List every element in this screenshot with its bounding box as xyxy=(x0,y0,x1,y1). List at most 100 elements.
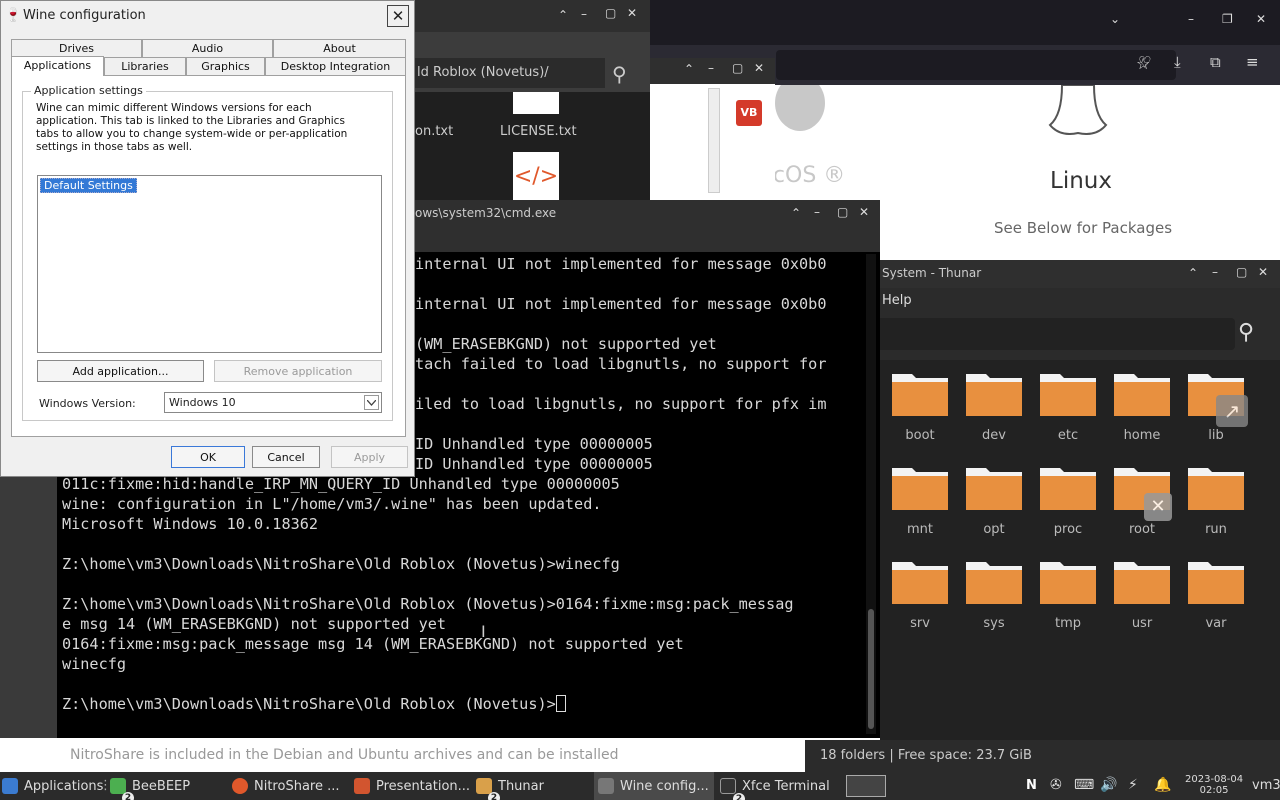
menu-icon[interactable]: ≡ xyxy=(1246,53,1259,71)
maximize-icon[interactable]: ▢ xyxy=(732,61,743,75)
tab-libraries[interactable]: Libraries xyxy=(104,57,186,75)
terminal-line: Z:\home\vm3\Downloads\NitroShare\Old Rob… xyxy=(62,595,794,613)
folder-item[interactable]: var xyxy=(1181,548,1251,638)
window-count-badge: 2 xyxy=(122,792,134,800)
taskbar-item-beebeep[interactable]: 2 BeeBEEP xyxy=(110,772,228,800)
folder-icon xyxy=(966,374,1022,416)
keyboard-icon[interactable]: ⌨ xyxy=(1074,777,1094,793)
folder-item[interactable]: srv xyxy=(885,548,955,638)
close-icon[interactable]: ✕ xyxy=(754,61,764,75)
scrollbar[interactable] xyxy=(708,88,720,193)
application-list[interactable]: Default Settings xyxy=(37,175,382,353)
file-label[interactable]: on.txt xyxy=(415,124,453,139)
folder-label: sys xyxy=(983,616,1005,631)
url-bar[interactable]: ☆ xyxy=(776,50,1176,80)
extensions-icon[interactable]: ⧉ xyxy=(1210,53,1221,71)
tab-about[interactable]: About xyxy=(273,39,406,57)
chevron-up-icon[interactable]: ⌃ xyxy=(684,62,694,76)
folder-item[interactable]: home xyxy=(1107,360,1177,450)
folder-item[interactable]: proc xyxy=(1033,454,1103,544)
folder-item[interactable]: tmp xyxy=(1033,548,1103,638)
chevron-down-icon[interactable]: ⌄ xyxy=(1110,12,1120,26)
list-item-default-settings[interactable]: Default Settings xyxy=(40,178,137,193)
chevron-up-icon[interactable]: ⌃ xyxy=(791,206,801,220)
folder-item[interactable]: boot xyxy=(885,360,955,450)
folder-item[interactable]: opt xyxy=(959,454,1029,544)
tab-graphics[interactable]: Graphics xyxy=(186,57,265,75)
folder-item[interactable]: sys xyxy=(959,548,1029,638)
close-icon[interactable]: ✕ xyxy=(1144,493,1172,521)
folder-item[interactable]: mnt xyxy=(885,454,955,544)
taskbar-item-thunar[interactable]: 2 Thunar xyxy=(476,772,594,800)
minimize-icon[interactable]: – xyxy=(708,61,714,75)
settings-tool-icon[interactable]: ✇ xyxy=(1050,777,1062,793)
thunar-location-bar[interactable] xyxy=(880,318,1235,350)
terminal-scrollbar[interactable] xyxy=(866,254,876,734)
file-label[interactable]: LICENSE.txt xyxy=(500,124,577,139)
applications-menu[interactable]: Applications xyxy=(2,772,103,800)
remove-application-button[interactable]: Remove application xyxy=(214,360,382,382)
maximize-icon[interactable]: ▢ xyxy=(1236,265,1247,279)
folder-item[interactable]: usr xyxy=(1107,548,1177,638)
thunar-window: System - Thunar ⌃ – ▢ ✕ Help ⚲ boot dev et… xyxy=(880,260,1280,772)
taskbar-item-wine-config[interactable]: Wine config... xyxy=(594,772,714,800)
terminal-cursor xyxy=(555,695,566,712)
close-icon[interactable]: ✕ xyxy=(1258,265,1268,279)
terminal-line: Microsoft Windows 10.0.18362 xyxy=(62,515,319,533)
cancel-button[interactable]: Cancel xyxy=(252,446,320,468)
notification-n-icon[interactable]: N xyxy=(1026,778,1037,793)
browser-tabbar: ⌄ – ❐ ✕ xyxy=(640,0,1280,45)
search-icon[interactable]: ⚲ xyxy=(612,62,627,86)
clock[interactable]: 2023-08-04 02:05 xyxy=(1185,774,1243,796)
tab-drives[interactable]: Drives xyxy=(11,39,142,57)
minimize-icon[interactable]: – xyxy=(1188,12,1194,26)
folder-item[interactable]: dev xyxy=(959,360,1029,450)
taskbar-item-xfce-terminal[interactable]: 2 Xfce Terminal xyxy=(720,772,842,800)
pocket-icon[interactable]: ♡ xyxy=(1138,53,1151,71)
search-icon[interactable]: ⚲ xyxy=(1238,320,1254,345)
tab-desktop-integration[interactable]: Desktop Integration xyxy=(265,57,406,75)
maximize-icon[interactable]: ❐ xyxy=(1222,12,1233,26)
windows-version-select[interactable]: Windows 10 xyxy=(164,392,382,413)
taskbar-item-presentation[interactable]: Presentation... xyxy=(354,772,472,800)
folder-icon xyxy=(966,468,1022,510)
folder-label: dev xyxy=(982,428,1006,443)
menu-help[interactable]: Help xyxy=(882,293,912,308)
apply-button[interactable]: Apply xyxy=(331,446,408,468)
close-icon[interactable]: ✕ xyxy=(1256,12,1266,26)
linux-label: Linux xyxy=(1050,168,1112,194)
expand-arrow-icon[interactable]: ↗ xyxy=(1216,395,1248,427)
close-button[interactable]: ✕ xyxy=(387,5,409,27)
chevron-up-icon[interactable]: ⌃ xyxy=(558,8,568,22)
terminal-line: Z:\home\vm3\Downloads\NitroShare\Old Rob… xyxy=(62,694,862,714)
html-file-icon[interactable]: </> xyxy=(513,152,559,205)
folder-icon xyxy=(892,374,948,416)
volume-icon[interactable]: 🔊 xyxy=(1100,777,1117,793)
wine-title: Wine configuration xyxy=(23,8,146,23)
ok-button[interactable]: OK xyxy=(171,446,245,468)
minimize-icon[interactable]: – xyxy=(581,7,587,21)
folder-item[interactable]: run xyxy=(1181,454,1251,544)
bell-icon[interactable]: 🔔 xyxy=(1154,777,1171,793)
maximize-icon[interactable]: ▢ xyxy=(605,6,616,20)
user-name[interactable]: vm3 xyxy=(1252,778,1280,793)
folder-item[interactable]: etc xyxy=(1033,360,1103,450)
taskbar-item-nitroshare[interactable]: NitroShare ... xyxy=(232,772,350,800)
close-icon[interactable]: ✕ xyxy=(859,205,869,219)
chevron-down-icon[interactable] xyxy=(364,395,379,410)
workspace-switcher[interactable] xyxy=(846,775,886,797)
chevron-up-icon[interactable]: ⌃ xyxy=(1188,266,1198,280)
file-icon[interactable] xyxy=(513,92,559,114)
tab-audio[interactable]: Audio xyxy=(142,39,273,57)
scroll-thumb[interactable] xyxy=(868,609,874,729)
location-bar[interactable]: ld Roblox (Novetus)/ xyxy=(415,58,605,88)
close-icon[interactable]: ✕ xyxy=(627,6,637,20)
maximize-icon[interactable]: ▢ xyxy=(837,205,848,219)
download-icon[interactable]: ⤓ xyxy=(1174,53,1181,71)
minimize-icon[interactable]: – xyxy=(814,205,820,219)
minimize-icon[interactable]: – xyxy=(1212,265,1218,279)
add-application-button[interactable]: Add application... xyxy=(37,360,204,382)
power-icon[interactable]: ⚡ xyxy=(1128,777,1138,793)
tab-applications[interactable]: Applications xyxy=(11,56,104,76)
